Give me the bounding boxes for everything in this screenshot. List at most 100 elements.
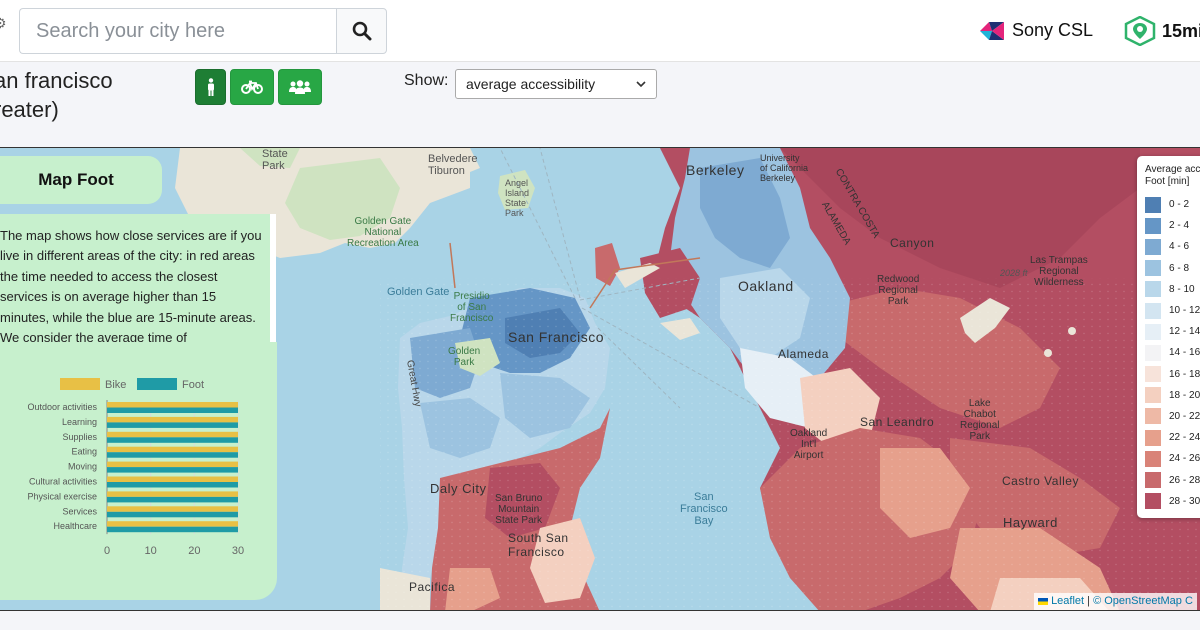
chart-category-label: Outdoor activities xyxy=(27,402,97,412)
map-label-golden-gate-nra: Golden Gate National Recreation Area xyxy=(347,216,419,249)
legend-label: 28 - 30 xyxy=(1169,495,1200,507)
top-navbar: ⚙ Sony CSL 15min xyxy=(0,0,1200,62)
map-label-south-sf: South San Francisco xyxy=(508,531,569,559)
legend-swatch xyxy=(1145,302,1161,319)
chart-tick-label: 10 xyxy=(145,545,157,557)
legend-swatch xyxy=(1145,472,1161,489)
map-label-canyon: Canyon xyxy=(890,236,935,250)
legend-swatch xyxy=(1145,238,1161,255)
legend-item: 24 - 26 xyxy=(1145,448,1200,469)
chart-legend-swatch xyxy=(60,378,100,390)
map-label-redwood: Redwood Regional Park xyxy=(877,274,920,307)
chart-bar xyxy=(107,402,238,408)
chart-bar xyxy=(107,496,238,503)
map-label-hayward: Hayward xyxy=(1003,515,1058,530)
chart-bar xyxy=(107,446,238,453)
map-label-san-leandro: San Leandro xyxy=(860,415,935,429)
brand-label: 15min xyxy=(1162,20,1200,41)
sony-csl-label: Sony CSL xyxy=(1012,20,1094,40)
legend-swatch xyxy=(1145,493,1161,510)
chart-tick-label: 20 xyxy=(188,545,200,557)
legend-label: 18 - 20 xyxy=(1169,389,1200,401)
chart-bar xyxy=(107,431,238,438)
map-label-san-francisco: San Francisco xyxy=(508,329,604,345)
legend-label: 2 - 4 xyxy=(1169,220,1190,232)
map-label-presidio: Presidio of San Francisco xyxy=(450,291,494,324)
chart-bar xyxy=(107,476,238,482)
legend-item: 2 - 4 xyxy=(1145,215,1200,236)
chart-category-label: Cultural activities xyxy=(29,477,98,487)
settings-icon[interactable]: ⚙ xyxy=(0,16,8,30)
group-mode-button[interactable] xyxy=(278,69,322,105)
map-label-sf-bay: San Francisco Bay xyxy=(680,491,728,527)
show-label: Show: xyxy=(404,72,449,89)
legend-title-line1: Average acc xyxy=(1145,164,1200,175)
chart-bar xyxy=(107,461,238,468)
chart-category-label: Physical exercise xyxy=(27,491,97,501)
map-label-state-park: State Park xyxy=(262,148,288,172)
map-label-berkeley: Berkeley xyxy=(686,162,745,178)
map-label-oakland: Oakland xyxy=(738,278,794,294)
legend-swatch xyxy=(1145,387,1161,404)
panel-scrollbar[interactable] xyxy=(270,214,276,342)
legend-label: 0 - 2 xyxy=(1169,199,1190,211)
search-button[interactable] xyxy=(336,8,387,54)
legend-item: 6 - 8 xyxy=(1145,258,1200,279)
legend-swatch xyxy=(1145,366,1161,383)
bike-mode-button[interactable] xyxy=(230,69,274,105)
panel-title: Map Foot xyxy=(0,156,162,204)
chart-svg: Bike Foot 0 10 20 30 Outdoor activities Learnin… xyxy=(27,378,244,557)
chart-category-label: Healthcare xyxy=(53,521,97,531)
chart-bar xyxy=(107,407,238,413)
legend-item: 26 - 28 xyxy=(1145,469,1200,490)
legend-label: 20 - 22 xyxy=(1169,410,1200,422)
legend-item: 18 - 20 xyxy=(1145,385,1200,406)
show-select[interactable]: average accessibility xyxy=(455,69,657,99)
map-label-pacifica: Pacifica xyxy=(409,580,456,594)
legend-swatch xyxy=(1145,196,1161,213)
city-title-line2: reater) xyxy=(0,97,59,122)
chart-bar xyxy=(107,526,238,533)
city-search xyxy=(19,8,387,54)
legend-label: 12 - 14 xyxy=(1169,326,1200,338)
leaflet-link[interactable]: Leaflet xyxy=(1051,595,1084,607)
city-title-line1: an francisco xyxy=(0,68,113,93)
city-title: an francisco reater) xyxy=(0,66,113,124)
search-input[interactable] xyxy=(19,8,336,54)
chart-category-label: Moving xyxy=(68,462,97,472)
sony-csl-mark-icon xyxy=(980,21,1004,40)
chart-bar xyxy=(107,452,238,458)
brand-logo[interactable]: 15min xyxy=(1124,16,1200,46)
map-label-san-bruno: San Bruno Mountain State Park xyxy=(495,493,543,526)
chart-tick-label: 30 xyxy=(232,545,244,557)
chart-category-label: Services xyxy=(62,506,97,516)
legend-label: 22 - 24 xyxy=(1169,432,1200,444)
legend-label: 10 - 12 xyxy=(1169,305,1200,317)
legend-swatch xyxy=(1145,217,1161,234)
map-legend: Average acc Foot [min] 0 - 2 2 - 4 4 - 6 6 … xyxy=(1137,156,1200,518)
legend-swatch xyxy=(1145,323,1161,340)
osm-link[interactable]: © OpenStreetMap C xyxy=(1093,595,1193,607)
chart-legend-label: Foot xyxy=(182,379,204,391)
legend-label: 26 - 28 xyxy=(1169,474,1200,486)
chart-category-label: Supplies xyxy=(62,432,97,442)
chart-category-label: Learning xyxy=(62,417,97,427)
walking-person-icon xyxy=(207,78,214,96)
legend-label: 16 - 18 xyxy=(1169,368,1200,380)
map-label-castro-valley: Castro Valley xyxy=(1002,474,1079,488)
map-label-daly-city: Daly City xyxy=(430,481,487,496)
map-label-golden-gate: Golden Gate xyxy=(387,286,450,298)
legend-label: 24 - 26 xyxy=(1169,453,1200,465)
chart-tick-label: 0 xyxy=(104,545,110,557)
map-label-golden-park: Golden Park xyxy=(448,346,481,368)
legend-item: 22 - 24 xyxy=(1145,427,1200,448)
chart-bar xyxy=(107,416,238,423)
walk-mode-button[interactable] xyxy=(195,69,226,105)
map-label-belvedere: Belvedere Tiburon xyxy=(428,153,478,177)
map-label-alameda: Alameda xyxy=(778,347,829,361)
legend-label: 4 - 6 xyxy=(1169,241,1190,253)
map-label-university: University of California Berkeley xyxy=(760,153,809,183)
bicycle-icon xyxy=(241,80,263,94)
search-icon xyxy=(352,21,371,41)
sony-csl-logo[interactable]: Sony CSL xyxy=(980,20,1093,41)
